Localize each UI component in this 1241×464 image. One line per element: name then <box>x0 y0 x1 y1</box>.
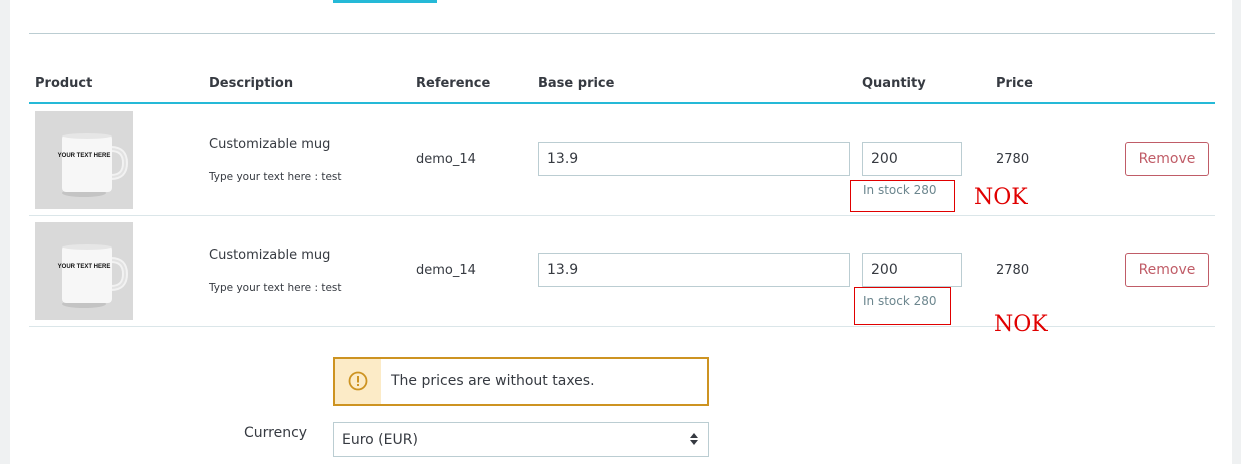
header-price: Price <box>996 76 1033 91</box>
currency-selected-value: Euro (EUR) <box>342 432 418 448</box>
product-thumbnail: YOUR TEXT HERE <box>35 111 133 209</box>
mug-image: YOUR TEXT HERE <box>35 222 133 320</box>
product-customization: Type your text here : test <box>209 171 342 183</box>
annotation-box <box>850 180 955 212</box>
product-name: Customizable mug <box>209 137 331 152</box>
header-product: Product <box>35 76 93 91</box>
row-divider <box>29 215 1215 216</box>
product-reference: demo_14 <box>416 152 476 167</box>
product-thumbnail: YOUR TEXT HERE <box>35 222 133 320</box>
line-price: 2780 <box>996 152 1030 167</box>
product-reference: demo_14 <box>416 263 476 278</box>
annotation-label: NOK <box>974 185 1028 210</box>
header-base-price: Base price <box>538 76 615 91</box>
active-tab-indicator <box>333 0 437 3</box>
currency-label: Currency <box>244 425 308 441</box>
header-quantity: Quantity <box>862 76 926 91</box>
quantity-input[interactable] <box>862 253 962 287</box>
product-customization: Type your text here : test <box>209 282 342 294</box>
mug-print-text: YOUR TEXT HERE <box>58 264 111 270</box>
select-arrows-icon <box>690 433 698 445</box>
mug-print-text: YOUR TEXT HERE <box>58 153 111 159</box>
annotation-box <box>854 287 951 325</box>
line-price: 2780 <box>996 263 1030 278</box>
product-name: Customizable mug <box>209 248 331 263</box>
remove-button[interactable]: Remove <box>1125 142 1209 176</box>
quantity-input[interactable] <box>862 142 962 176</box>
currency-select[interactable]: Euro (EUR) <box>333 422 709 457</box>
mug-image: YOUR TEXT HERE <box>35 111 133 209</box>
alert-icon-box <box>335 359 381 404</box>
alert-message: The prices are without taxes. <box>391 373 595 389</box>
base-price-input[interactable] <box>538 253 850 287</box>
base-price-input[interactable] <box>538 142 850 176</box>
header-description: Description <box>209 76 294 91</box>
section-divider <box>29 33 1215 34</box>
remove-button[interactable]: Remove <box>1125 253 1209 287</box>
tax-warning-alert: The prices are without taxes. <box>333 357 709 406</box>
table-header-divider <box>29 102 1215 104</box>
warning-icon <box>348 371 368 391</box>
annotation-label: NOK <box>994 312 1048 337</box>
header-reference: Reference <box>416 76 491 91</box>
